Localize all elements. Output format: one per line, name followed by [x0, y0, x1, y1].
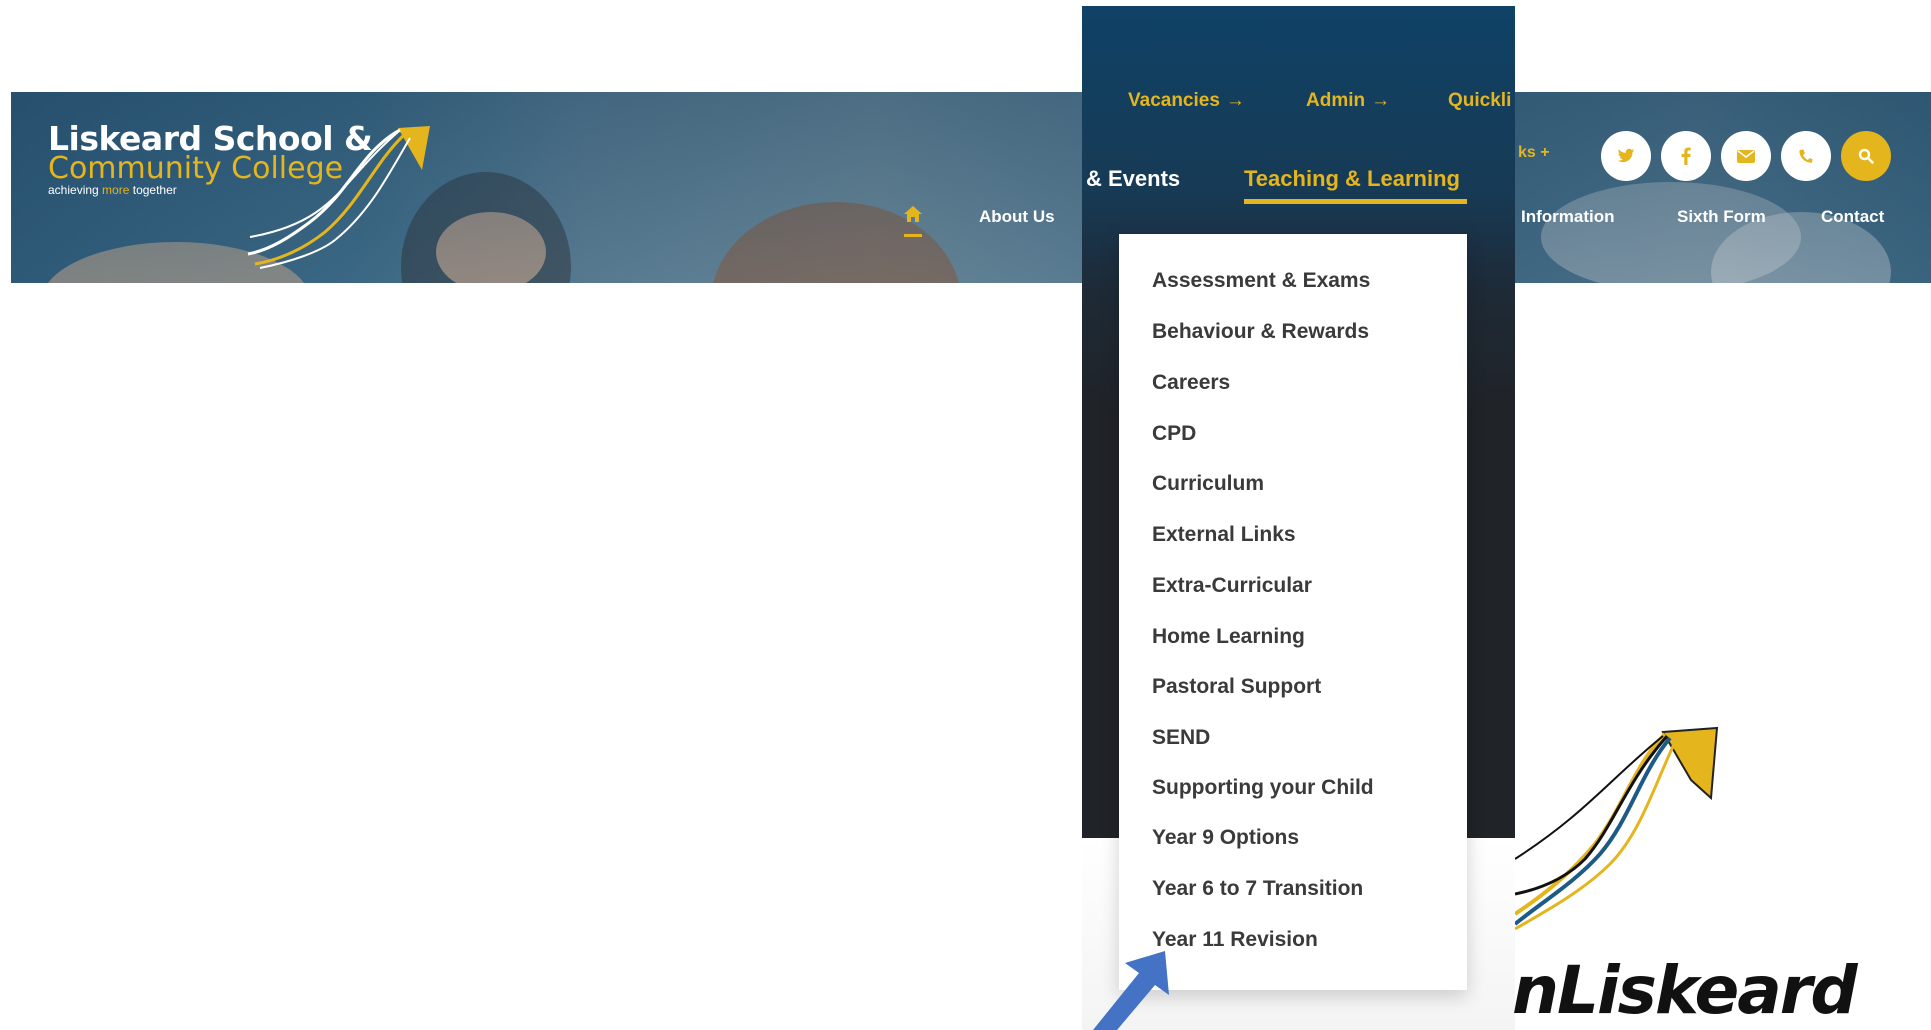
twitter-button[interactable] — [1601, 131, 1651, 181]
tagline-part: achieving — [48, 183, 99, 197]
active-tab-indicator — [1244, 199, 1467, 204]
search-button[interactable] — [1841, 131, 1891, 181]
kite-logo-icon — [1515, 726, 1719, 931]
dropdown-item[interactable]: Supporting your Child — [1152, 776, 1374, 800]
arrow-right-icon: → — [1371, 90, 1391, 111]
dropdown-item[interactable]: SEND — [1152, 726, 1210, 750]
dropdown-item[interactable]: Pastoral Support — [1152, 675, 1321, 699]
teaching-learning-dropdown: Assessment & Exams Behaviour & Rewards C… — [1119, 234, 1467, 990]
tab-teaching-learning[interactable]: Teaching & Learning — [1244, 166, 1460, 192]
dropdown-item[interactable]: Year 6 to 7 Transition — [1152, 877, 1363, 901]
search-icon — [1858, 148, 1874, 164]
email-icon — [1737, 149, 1755, 163]
top-link-quicklinks[interactable]: Quickli — [1448, 90, 1515, 112]
dropdown-item[interactable]: Extra-Curricular — [1152, 574, 1312, 598]
quicklinks-toggle[interactable]: ks + — [1518, 144, 1550, 162]
nav-about-us[interactable]: About Us — [979, 207, 1055, 227]
nav-information[interactable]: Information — [1521, 207, 1615, 227]
dropdown-item[interactable]: Home Learning — [1152, 625, 1305, 649]
tab-news-events[interactable]: & Events — [1086, 166, 1180, 192]
top-link-label: Admin — [1306, 90, 1366, 111]
nav-sixth-form[interactable]: Sixth Form — [1677, 207, 1766, 227]
phone-button[interactable] — [1781, 131, 1831, 181]
tagline-highlight: more — [102, 183, 130, 197]
dropdown-item[interactable]: Behaviour & Rewards — [1152, 320, 1369, 344]
dropdown-item[interactable]: Year 11 Revision — [1152, 928, 1318, 952]
tagline-part: together — [132, 183, 177, 197]
footer-logo-wordmark: nLiskeard — [1512, 952, 1858, 1029]
cursor-arrow-icon — [1093, 951, 1169, 1030]
dropdown-item[interactable]: Curriculum — [1152, 472, 1264, 496]
home-icon[interactable] — [902, 204, 924, 240]
top-link-label: Quickli — [1448, 90, 1512, 111]
dropdown-item[interactable]: CPD — [1152, 422, 1196, 446]
facebook-icon — [1681, 147, 1691, 165]
dropdown-item[interactable]: Careers — [1152, 371, 1230, 395]
twitter-icon — [1617, 148, 1635, 163]
dropdown-item[interactable]: Year 9 Options — [1152, 826, 1299, 850]
phone-icon — [1799, 149, 1813, 163]
facebook-button[interactable] — [1661, 131, 1711, 181]
top-link-label: Vacancies — [1128, 90, 1220, 111]
dropdown-item[interactable]: Assessment & Exams — [1152, 269, 1370, 293]
dropdown-item[interactable]: External Links — [1152, 523, 1296, 547]
top-link-vacancies[interactable]: Vacancies → — [1128, 90, 1245, 112]
nav-contact[interactable]: Contact — [1821, 207, 1884, 227]
kite-logo-icon — [247, 126, 430, 269]
email-button[interactable] — [1721, 131, 1771, 181]
top-link-admin[interactable]: Admin → — [1306, 90, 1390, 112]
arrow-right-icon: → — [1225, 90, 1245, 111]
